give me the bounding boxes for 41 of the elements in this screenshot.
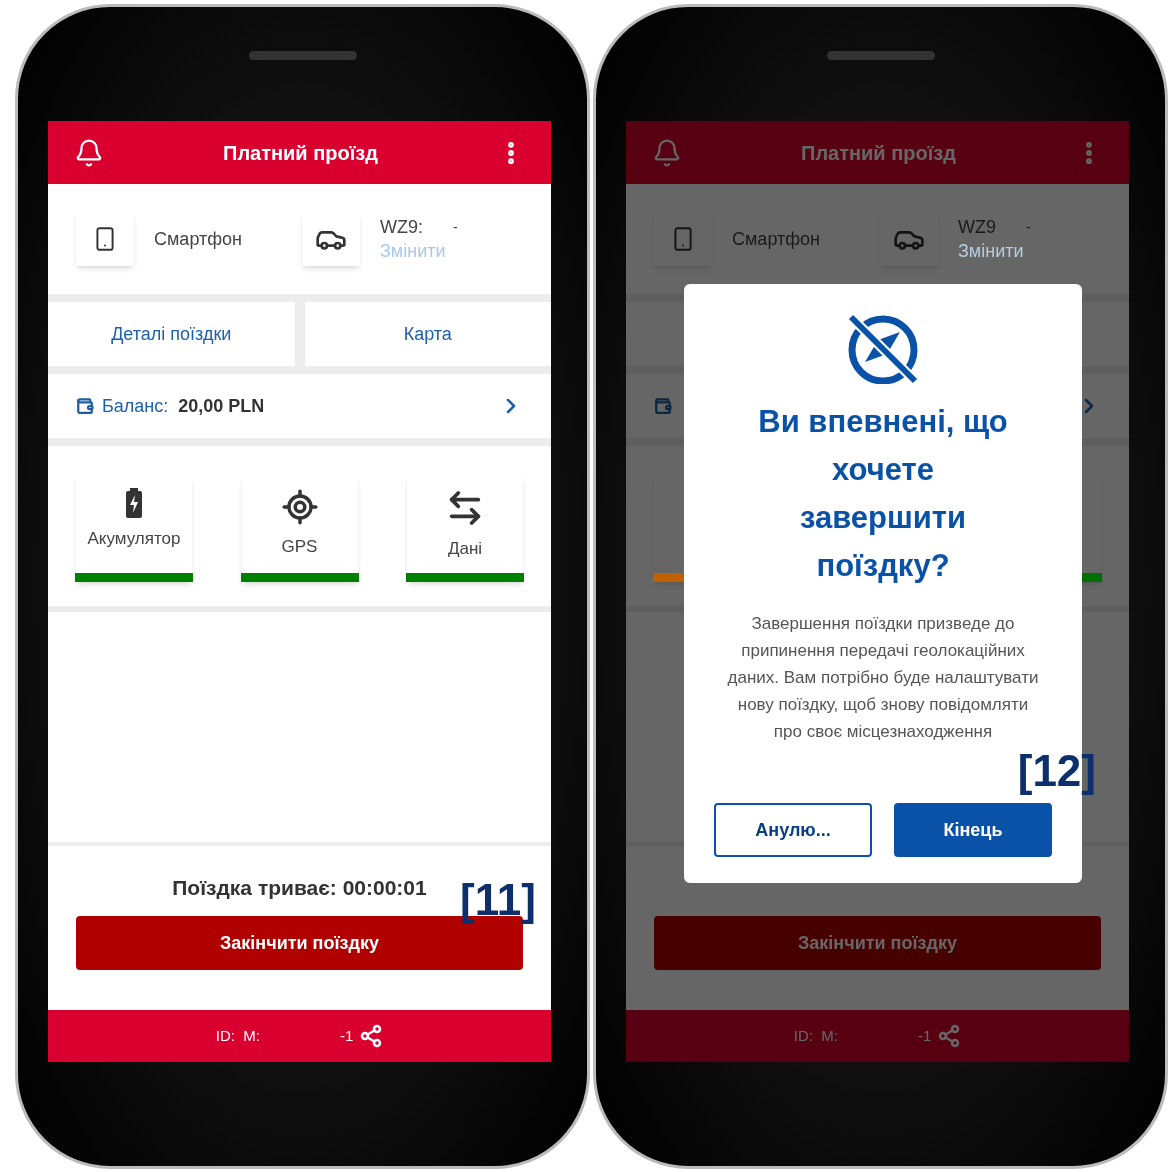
status-label: GPS xyxy=(281,536,318,558)
battery-status-card[interactable]: Акумулятор xyxy=(76,476,192,582)
bell-icon[interactable] xyxy=(74,137,104,168)
device-label: Смартфон xyxy=(732,227,821,251)
trip-counter: -1 xyxy=(339,1025,354,1046)
cancel-button[interactable]: Анулю... xyxy=(714,803,872,857)
status-label: Дані xyxy=(447,538,483,560)
tab-card[interactable]: Карта xyxy=(304,302,551,366)
device-tile[interactable] xyxy=(654,212,712,266)
app-title: Платний проїзд xyxy=(223,140,378,166)
trip-status: Поїздка триває: 00:00:01 xyxy=(172,875,427,901)
bell-icon[interactable] xyxy=(652,137,682,168)
dialog-message: Завершення поїздки призведе до припинення передачі геолокаційних даних. Вам потрібно буде налаштувати нову поїздку, щоб знову повідомляти про своє місцезнаходження xyxy=(726,613,1040,743)
vehicle-tile[interactable] xyxy=(302,212,360,266)
balance-amount: 20,00 PLN xyxy=(178,394,265,418)
status-label: Акумулятор xyxy=(87,528,181,550)
confirm-button[interactable]: Кінець xyxy=(894,803,1052,857)
share-icon[interactable] xyxy=(937,1024,962,1048)
app-title: Платний проїзд xyxy=(801,140,956,166)
vehicle-tile[interactable] xyxy=(880,212,938,266)
balance-row[interactable]: Баланс: 20,00 PLN xyxy=(48,374,551,438)
trip-id: ID: M: xyxy=(215,1025,260,1046)
plate-number: WZ9 xyxy=(958,216,996,239)
battery-charging-icon xyxy=(125,488,143,518)
trip-id: ID: M: xyxy=(793,1025,838,1046)
device-label: Смартфон xyxy=(154,227,243,251)
tab-card[interactable]: Деталі поїздки xyxy=(48,302,295,366)
device-tile[interactable] xyxy=(76,212,134,266)
trip-counter: -1 xyxy=(917,1025,932,1046)
wallet-icon xyxy=(654,397,672,415)
dialog-title: Ви впевнені, що хочете завершити поїздку? xyxy=(758,403,1008,585)
crosshair-icon xyxy=(280,488,319,526)
data-status-card[interactable]: Дані xyxy=(407,476,523,582)
plate-suffix: - xyxy=(1026,218,1031,237)
plate-number: WZ9: xyxy=(380,216,423,239)
gps-status-card[interactable]: GPS xyxy=(241,476,358,582)
balance-label: Баланс: xyxy=(102,394,169,418)
compass-slash-icon xyxy=(845,314,921,384)
plate-suffix: - xyxy=(453,218,458,237)
share-icon[interactable] xyxy=(359,1024,384,1048)
wallet-icon xyxy=(76,397,94,415)
